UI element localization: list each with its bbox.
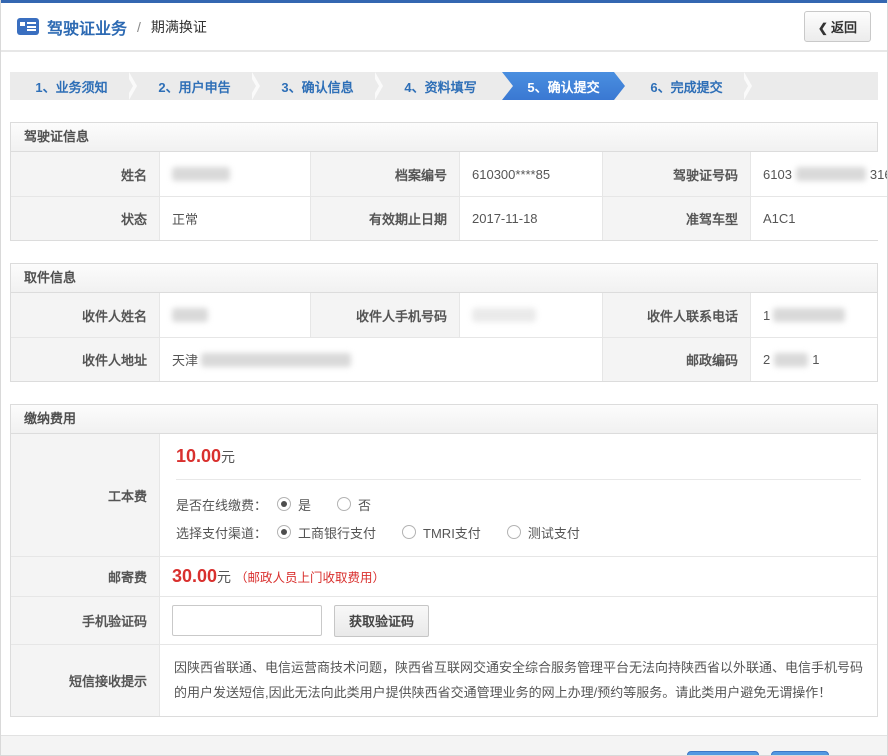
step-1-notice[interactable]: 1、业务须知 bbox=[10, 72, 133, 100]
redacted-recipient-name bbox=[172, 308, 208, 322]
vehicle-class-value: A1C1 bbox=[750, 196, 888, 240]
license-service-icon bbox=[17, 18, 39, 35]
redacted-postal-code bbox=[774, 353, 808, 367]
recipient-name-value bbox=[159, 293, 310, 337]
postage-unit: 元 bbox=[217, 567, 231, 587]
step-nav-filler bbox=[748, 72, 878, 100]
main-content: 1、业务须知 2、用户申告 3、确认信息 4、资料填写 5、确认提交 6、完成提… bbox=[1, 72, 887, 717]
radio-unchecked-icon[interactable] bbox=[507, 525, 521, 539]
breadcrumb: 驾驶证业务 / 期满换证 bbox=[17, 15, 207, 39]
postal-code-value: 21 bbox=[750, 337, 877, 381]
online-pay-no-option[interactable]: 否 bbox=[337, 495, 371, 514]
channel-test-option[interactable]: 测试支付 bbox=[507, 523, 580, 542]
captcha-input[interactable] bbox=[172, 605, 322, 636]
work-fee-amount: 10.00 bbox=[176, 446, 221, 466]
work-fee-cell: 10.00元 是否在线缴费： 是 否 选择支付渠道： 工商银行支付 TMRI支付 bbox=[159, 434, 877, 556]
pickup-info-table: 收件人姓名 收件人手机号码 收件人联系电话 1 收件人地址 天津 邮政编码 21 bbox=[11, 293, 877, 381]
get-captcha-button[interactable]: 获取验证码 bbox=[334, 605, 429, 637]
radio-checked-icon[interactable] bbox=[277, 497, 291, 511]
finish-button[interactable]: 完成 bbox=[771, 751, 829, 756]
status-value: 正常 bbox=[159, 196, 310, 240]
status-label: 状态 bbox=[11, 196, 159, 240]
license-no-value: 61033163X bbox=[750, 152, 888, 196]
recipient-address-label: 收件人地址 bbox=[11, 337, 159, 381]
name-label: 姓名 bbox=[11, 152, 159, 196]
breadcrumb-divider: / bbox=[137, 19, 141, 35]
channel-icbc-option[interactable]: 工商银行支付 bbox=[277, 523, 376, 542]
fee-divider bbox=[176, 479, 861, 480]
recipient-address-value: 天津 bbox=[159, 337, 602, 381]
redacted-recipient-phone bbox=[773, 308, 845, 322]
recipient-phone-value: 1 bbox=[750, 293, 877, 337]
step-5-confirm-submit-active[interactable]: 5、确认提交 bbox=[502, 72, 625, 100]
chevron-left-icon: ❮ bbox=[818, 21, 828, 35]
recipient-mobile-value bbox=[459, 293, 602, 337]
step-4-fill-data[interactable]: 4、资料填写 bbox=[379, 72, 502, 100]
vehicle-class-label: 准驾车型 bbox=[602, 196, 750, 240]
step-nav: 1、业务须知 2、用户申告 3、确认信息 4、资料填写 5、确认提交 6、完成提… bbox=[10, 72, 878, 100]
expiry-label: 有效期止日期 bbox=[310, 196, 459, 240]
work-fee-label: 工本费 bbox=[11, 434, 159, 556]
online-pay-yes-option[interactable]: 是 bbox=[277, 495, 311, 514]
pickup-section-title: 取件信息 bbox=[11, 264, 877, 293]
license-info-section: 驾驶证信息 姓名 档案编号 610300****85 驾驶证号码 6103316… bbox=[10, 122, 878, 241]
recipient-name-label: 收件人姓名 bbox=[11, 293, 159, 337]
license-info-table: 姓名 档案编号 610300****85 驾驶证号码 61033163X 状态 … bbox=[11, 152, 877, 240]
name-value bbox=[159, 152, 310, 196]
captcha-label: 手机验证码 bbox=[11, 596, 159, 644]
back-button[interactable]: ❮返回 bbox=[804, 11, 871, 42]
recipient-phone-label: 收件人联系电话 bbox=[602, 293, 750, 337]
redacted-name bbox=[172, 167, 230, 181]
license-no-label: 驾驶证号码 bbox=[602, 152, 750, 196]
redacted-recipient-mobile bbox=[472, 308, 536, 322]
redacted-license-no bbox=[796, 167, 866, 181]
postage-label: 邮寄费 bbox=[11, 556, 159, 596]
postage-amount: 30.00 bbox=[172, 566, 217, 587]
work-fee-amount-row: 10.00元 bbox=[176, 446, 861, 467]
page-subtitle: 期满换证 bbox=[151, 17, 207, 37]
page-header: 驾驶证业务 / 期满换证 ❮返回 bbox=[1, 3, 887, 52]
file-no-value: 610300****85 bbox=[459, 152, 602, 196]
online-pay-label: 是否在线缴费： bbox=[176, 495, 267, 514]
fees-section: 缴纳费用 工本费 10.00元 是否在线缴费： 是 否 bbox=[10, 404, 878, 717]
radio-unchecked-icon[interactable] bbox=[337, 497, 351, 511]
postal-code-label: 邮政编码 bbox=[602, 337, 750, 381]
step-6-complete[interactable]: 6、完成提交 bbox=[625, 72, 748, 100]
radio-unchecked-icon[interactable] bbox=[402, 525, 416, 539]
step-2-declaration[interactable]: 2、用户申告 bbox=[133, 72, 256, 100]
step-3-confirm-info[interactable]: 3、确认信息 bbox=[256, 72, 379, 100]
fees-section-title: 缴纳费用 bbox=[11, 405, 877, 434]
recipient-mobile-label: 收件人手机号码 bbox=[310, 293, 459, 337]
channel-tmri-option[interactable]: TMRI支付 bbox=[402, 523, 481, 542]
fees-table: 工本费 10.00元 是否在线缴费： 是 否 选择支付渠道： bbox=[11, 434, 877, 716]
pay-channel-row: 选择支付渠道： 工商银行支付 TMRI支付 测试支付 bbox=[176, 518, 861, 546]
radio-checked-icon[interactable] bbox=[277, 525, 291, 539]
back-button-label: 返回 bbox=[831, 20, 857, 35]
footer-bar: 上一步 完成 bbox=[1, 735, 887, 756]
expiry-value: 2017-11-18 bbox=[459, 196, 602, 240]
sms-notice-label: 短信接收提示 bbox=[11, 644, 159, 716]
page-title: 驾驶证业务 bbox=[47, 15, 127, 39]
pay-channel-label: 选择支付渠道： bbox=[176, 523, 267, 542]
sms-notice-text: 因陕西省联通、电信运营商技术问题，陕西省互联网交通安全综合服务管理平台无法向持陕… bbox=[159, 644, 877, 716]
previous-step-button[interactable]: 上一步 bbox=[687, 751, 759, 756]
work-fee-unit: 元 bbox=[221, 449, 235, 465]
postage-value: 30.00元 （邮政人员上门收取费用） bbox=[159, 556, 877, 596]
captcha-cell: 获取验证码 bbox=[159, 596, 877, 644]
page: 驾驶证业务 / 期满换证 ❮返回 1、业务须知 2、用户申告 3、确认信息 4、… bbox=[0, 0, 888, 756]
postage-note: （邮政人员上门收取费用） bbox=[235, 567, 385, 586]
pickup-info-section: 取件信息 收件人姓名 收件人手机号码 收件人联系电话 1 收件人地址 天津 邮政… bbox=[10, 263, 878, 382]
file-no-label: 档案编号 bbox=[310, 152, 459, 196]
online-pay-row: 是否在线缴费： 是 否 bbox=[176, 490, 861, 518]
redacted-recipient-address bbox=[201, 353, 351, 367]
license-section-title: 驾驶证信息 bbox=[11, 123, 877, 152]
